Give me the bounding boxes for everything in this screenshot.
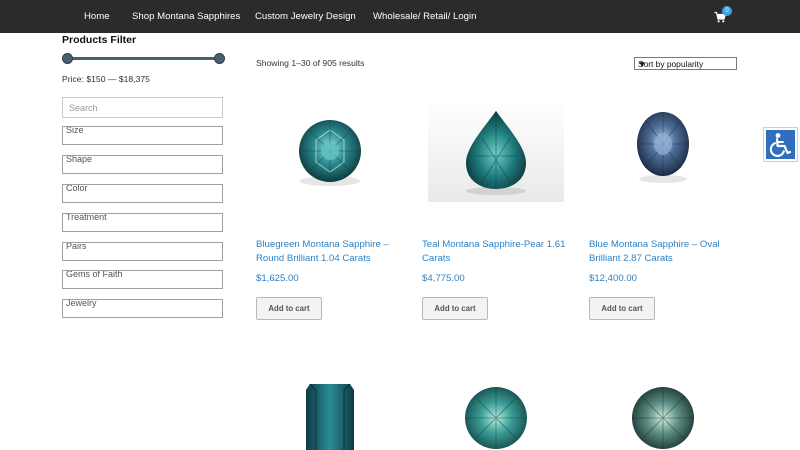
accessibility-button[interactable] (764, 128, 797, 161)
treatment-filter-label: Treatment (66, 213, 107, 222)
pairs-filter-select[interactable]: Pairs (62, 242, 223, 261)
wheelchair-icon (769, 133, 792, 157)
product-title-link[interactable]: Bluegreen Montana Sapphire – Round Brill… (256, 238, 406, 266)
add-to-cart-button[interactable]: Add to cart (422, 297, 488, 320)
add-to-cart-button[interactable]: Add to cart (589, 297, 655, 320)
price-range-text: Price: $150 — $18,375 (62, 74, 150, 84)
results-count: Showing 1–30 of 905 results (256, 58, 365, 68)
size-filter-label: Size (66, 126, 84, 135)
gems-of-faith-filter-select[interactable]: Gems of Faith (62, 270, 223, 289)
product-title-line: Brilliant 2.87 Carats (589, 253, 673, 264)
dropdown-arrow-icon: ▼ (638, 59, 647, 69)
add-to-cart-button[interactable]: Add to cart (256, 297, 322, 320)
color-filter-select[interactable]: Color (62, 184, 223, 203)
top-nav-bar: Home Shop Montana Sapphires Custom Jewel… (0, 0, 800, 33)
nav-home-link[interactable]: Home (84, 11, 110, 22)
product-image-round-sapphire[interactable] (589, 346, 737, 450)
price-slider-track[interactable] (67, 57, 219, 60)
search-input[interactable] (62, 97, 223, 118)
product-image-pear-sapphire[interactable] (422, 78, 570, 225)
shape-filter-select[interactable]: Shape (62, 155, 223, 174)
product-image-round-sapphire[interactable] (422, 346, 570, 450)
products-filter-title: Products Filter (62, 34, 137, 46)
gems-of-faith-filter-label: Gems of Faith (66, 270, 123, 279)
product-title-line: Teal Montana Sapphire-Pear 1.61 (422, 239, 566, 250)
jewelry-filter-label: Jewelry (66, 299, 97, 308)
cart-count-badge: 0 (722, 6, 732, 16)
product-title-line: Round Brilliant 1.04 Carats (256, 253, 371, 264)
pairs-filter-label: Pairs (66, 242, 87, 251)
jewelry-filter-select[interactable]: Jewelry (62, 299, 223, 318)
product-price: $4,775.00 (422, 273, 465, 284)
product-price: $1,625.00 (256, 273, 299, 284)
sort-select[interactable]: Sort by popularity ▼ (634, 57, 737, 70)
product-image-round-sapphire[interactable] (256, 78, 404, 225)
color-filter-label: Color (66, 184, 88, 193)
product-title-line: Blue Montana Sapphire – Oval (589, 239, 720, 250)
nav-shop-link[interactable]: Shop Montana Sapphires (132, 11, 240, 22)
product-image-emerald-cut-sapphire[interactable] (256, 346, 404, 450)
product-price: $12,400.00 (589, 273, 638, 284)
shape-filter-label: Shape (66, 155, 93, 164)
price-slider-max-handle[interactable] (214, 53, 225, 64)
size-filter-select[interactable]: Size (62, 126, 223, 145)
product-title-link[interactable]: Blue Montana Sapphire – Oval Brilliant 2… (589, 238, 739, 266)
product-title-link[interactable]: Teal Montana Sapphire-Pear 1.61 Carats (422, 238, 572, 266)
price-slider-min-handle[interactable] (62, 53, 73, 64)
product-title-line: Bluegreen Montana Sapphire – (256, 239, 389, 250)
nav-wholesale-login-link[interactable]: Wholesale/ Retail/ Login (373, 11, 476, 22)
product-image-oval-sapphire[interactable] (589, 78, 737, 225)
product-title-line: Carats (422, 253, 451, 264)
nav-custom-jewelry-link[interactable]: Custom Jewelry Design (255, 11, 356, 22)
treatment-filter-select[interactable]: Treatment (62, 213, 223, 232)
